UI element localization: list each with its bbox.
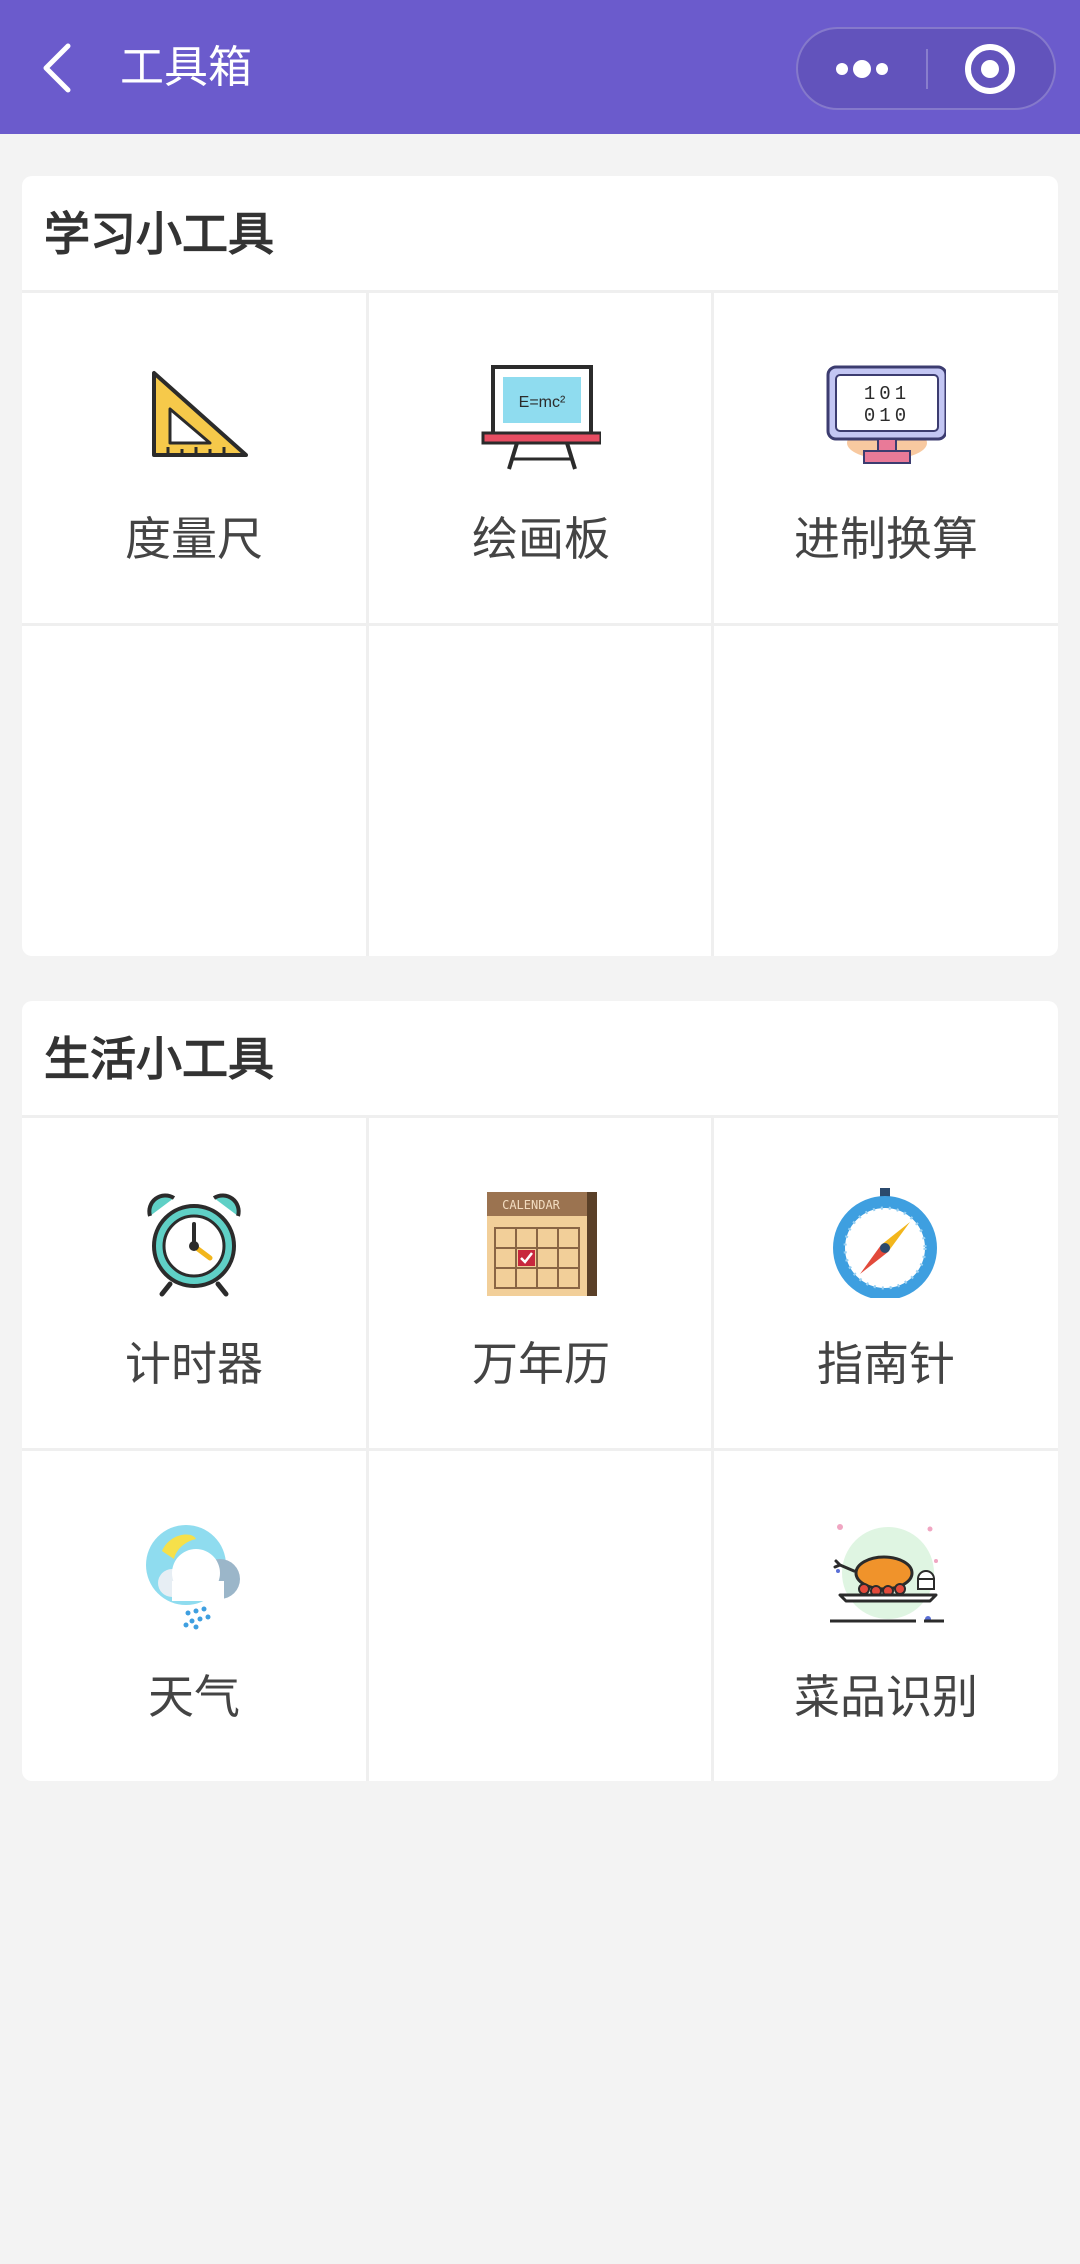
tool-base-conversion[interactable]: 101 010 进制换算 xyxy=(714,293,1058,623)
study-tools-card: 学习小工具 度量尺 E=mc² 绘画板 101 010 进制换算 xyxy=(22,176,1058,956)
section-title: 生活小工具 xyxy=(44,1032,274,1086)
tool-label: 天气 xyxy=(148,1670,240,1724)
close-target-icon xyxy=(965,44,1015,94)
tool-label: 计时器 xyxy=(125,1337,263,1391)
tool-drawing-board[interactable]: E=mc² 绘画板 xyxy=(369,293,713,623)
tool-compass[interactable]: 指南针 xyxy=(714,1118,1058,1448)
compass-icon xyxy=(833,1188,937,1298)
tool-dish-recognition[interactable]: 菜品识别 xyxy=(714,1451,1058,1781)
icon-calendar-text: CALENDAR xyxy=(502,1198,561,1212)
page-title: 工具箱 xyxy=(120,42,252,93)
back-chevron-icon xyxy=(43,43,71,93)
section-title: 学习小工具 xyxy=(44,207,274,261)
tool-calendar[interactable]: CALENDAR 万年历 xyxy=(369,1118,713,1448)
mini-program-capsule xyxy=(796,27,1056,110)
navigation-bar: 工具箱 xyxy=(0,0,1080,134)
calendar-icon: CALENDAR xyxy=(487,1192,597,1296)
tool-timer[interactable]: 计时器 xyxy=(22,1118,366,1448)
blackboard-easel-icon: E=mc² xyxy=(481,365,601,470)
weather-sun-cloud-icon xyxy=(146,1525,240,1630)
set-square-ruler-icon xyxy=(152,371,248,457)
tool-label: 进制换算 xyxy=(794,512,978,566)
close-button[interactable] xyxy=(928,29,1056,109)
icon-formula-text: E=mc² xyxy=(519,394,566,411)
tool-label: 万年历 xyxy=(472,1337,610,1391)
more-button[interactable] xyxy=(798,29,926,109)
tool-weather[interactable]: 天气 xyxy=(22,1451,366,1781)
back-button[interactable] xyxy=(36,40,82,96)
life-tools-card: 生活小工具 计时器 CALENDAR 万年历 指南针 天气 菜品识别 xyxy=(22,1001,1058,1781)
tool-label: 度量尺 xyxy=(125,512,263,566)
tool-label: 绘画板 xyxy=(472,512,610,566)
empty-cell xyxy=(369,1451,713,1781)
binary-monitor-icon: 101 010 xyxy=(826,365,946,464)
icon-binary-line: 010 xyxy=(864,405,910,427)
tool-ruler[interactable]: 度量尺 xyxy=(22,293,366,623)
icon-binary-line: 101 xyxy=(864,383,910,405)
divider xyxy=(22,623,1058,626)
alarm-clock-icon xyxy=(147,1193,241,1297)
tool-label: 菜品识别 xyxy=(794,1670,978,1724)
roast-dish-icon xyxy=(830,1524,944,1623)
more-dots-icon xyxy=(836,60,888,78)
tool-label: 指南针 xyxy=(817,1337,955,1391)
